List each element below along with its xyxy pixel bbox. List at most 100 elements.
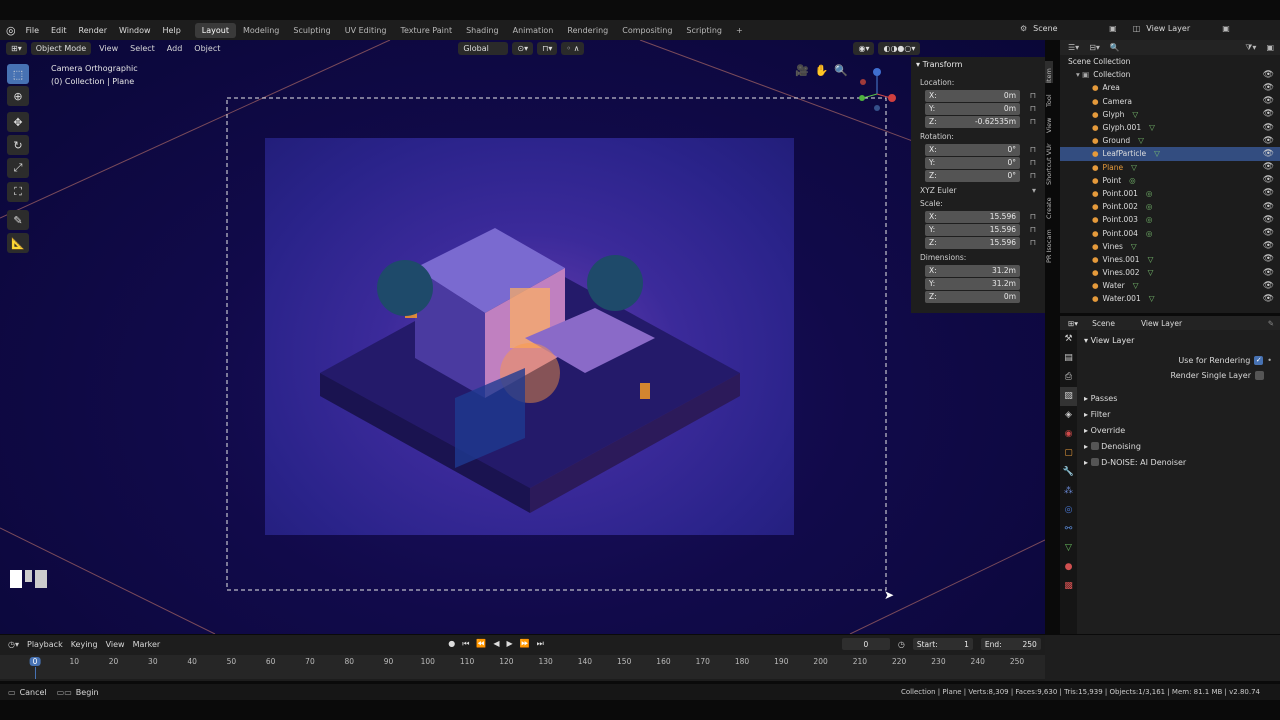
render-single-row[interactable]: Render Single Layer — [1160, 371, 1264, 380]
dimensions-z-field[interactable]: Z: 0m — [925, 290, 1020, 303]
record-icon[interactable]: ● — [448, 639, 455, 649]
filter-panel[interactable]: ▸ Filter — [1084, 407, 1186, 423]
scale-y-field[interactable]: Y: 15.596 — [925, 223, 1020, 236]
shading-modes-icon[interactable]: ◐◑●○▾ — [878, 41, 921, 55]
tab-view[interactable]: View — [1045, 111, 1053, 133]
location-y-field[interactable]: Y: 0m — [925, 102, 1020, 115]
tab-animation[interactable]: Animation — [506, 23, 561, 38]
transform-header[interactable]: ▾ Transform — [911, 57, 1045, 72]
outliner-editor-icon[interactable]: ☰▾ — [1068, 43, 1079, 52]
lock-icon[interactable]: ⊓ — [1020, 225, 1036, 234]
outliner-item[interactable]: ● Point.002 ◎ 👁 — [1060, 200, 1280, 213]
world-tab-icon[interactable]: ◉ — [1060, 425, 1077, 444]
texture-tab-icon[interactable]: ▩ — [1060, 577, 1077, 596]
jump-end-icon[interactable]: ⏭ — [537, 639, 544, 649]
lock-icon[interactable]: ⊓ — [1020, 145, 1036, 154]
tab-rendering[interactable]: Rendering — [560, 23, 615, 38]
properties-layer[interactable]: View Layer — [1141, 319, 1182, 328]
dnoise-panel[interactable]: ▸ D-NOISE: AI Denoiser — [1084, 455, 1186, 471]
outliner-item[interactable]: ● Point.003 ◎ 👁 — [1060, 213, 1280, 226]
search-icon[interactable]: 🔍 — [1110, 43, 1120, 52]
view-layer-section[interactable]: ▾ View Layer — [1084, 336, 1134, 345]
outliner-scene-collection[interactable]: Scene Collection — [1060, 55, 1280, 68]
outliner-item[interactable]: ● Water.001 ▽ 👁 — [1060, 292, 1280, 305]
constraints-tab-icon[interactable]: ⚯ — [1060, 520, 1077, 539]
marker-menu[interactable]: Marker — [133, 640, 161, 649]
passes-panel[interactable]: ▸ Passes — [1084, 391, 1186, 407]
proportional-icon[interactable]: ◦ ∧ — [561, 41, 585, 55]
play-reverse-icon[interactable]: ◀ — [493, 639, 499, 649]
dimensions-y-field[interactable]: Y: 31.2m — [925, 277, 1020, 290]
render-tab-icon[interactable]: ▤ — [1060, 349, 1077, 368]
tab-shortcut[interactable]: Shortcut VUr — [1045, 137, 1053, 185]
zoom-icon[interactable]: 🔍 — [834, 64, 848, 77]
object-menu[interactable]: Object — [190, 44, 224, 53]
tab-sculpting[interactable]: Sculpting — [286, 23, 337, 38]
tab-uv-editing[interactable]: UV Editing — [338, 23, 394, 38]
timeline-ruler[interactable]: 0 10 20 30 40 50 60 70 80 90 100 110 120 130 140 150 160… — [0, 655, 1045, 679]
add-menu[interactable]: Add — [163, 44, 187, 53]
lock-icon[interactable]: ⊓ — [1020, 171, 1036, 180]
use-for-rendering-checkbox[interactable]: ✓ — [1254, 356, 1264, 365]
menu-help[interactable]: Help — [157, 26, 187, 35]
axis-gizmo[interactable] — [855, 64, 899, 114]
mode-selector[interactable]: Object Mode — [30, 41, 92, 55]
filter-icon[interactable]: ⧩▾ — [1245, 43, 1256, 53]
tab-texture-paint[interactable]: Texture Paint — [393, 23, 459, 38]
location-x-field[interactable]: X: 0m — [925, 89, 1020, 102]
playhead[interactable] — [35, 667, 36, 679]
outliner-item-selected[interactable]: ● LeafParticle ▽ 👁 — [1060, 147, 1280, 161]
rotation-mode-selector[interactable]: XYZ Euler ▾ — [920, 184, 1036, 197]
orientation-selector[interactable]: Global — [458, 41, 509, 55]
object-tab-icon[interactable]: ▢ — [1060, 444, 1077, 463]
dimensions-x-field[interactable]: X: 31.2m — [925, 264, 1020, 277]
material-tab-icon[interactable]: ● — [1060, 558, 1077, 577]
add-workspace-button[interactable]: + — [729, 23, 750, 38]
menu-render[interactable]: Render — [73, 26, 113, 35]
tab-compositing[interactable]: Compositing — [615, 23, 679, 38]
tab-create[interactable]: Create — [1045, 191, 1053, 219]
view-layer-new-icon[interactable]: ▣ — [1222, 24, 1230, 33]
properties-scene[interactable]: Scene — [1092, 319, 1115, 328]
view-layer-tab-icon[interactable]: ▧ — [1060, 387, 1077, 406]
scale-tool[interactable]: ⤢ — [7, 158, 29, 178]
tab-pr-isocam[interactable]: PR Isocam — [1045, 225, 1053, 263]
data-tab-icon[interactable]: ▽ — [1060, 539, 1077, 558]
scene-selector[interactable]: Scene — [1033, 24, 1103, 33]
prev-key-icon[interactable]: ⏪ — [476, 639, 486, 649]
tool-tab-icon[interactable]: ⚒ — [1060, 330, 1077, 349]
jump-start-icon[interactable]: ⏮ — [462, 639, 469, 649]
modifier-tab-icon[interactable]: 🔧 — [1060, 463, 1077, 482]
outliner-item[interactable]: ● Point ◎ 👁 — [1060, 174, 1280, 187]
lock-icon[interactable]: ⊓ — [1020, 104, 1036, 113]
cursor-tool[interactable]: ⊕ — [7, 86, 29, 106]
lock-icon[interactable]: ⊓ — [1020, 158, 1036, 167]
render-single-checkbox[interactable] — [1255, 371, 1264, 380]
outliner-item[interactable]: ● Area 👁 — [1060, 81, 1280, 94]
tab-modeling[interactable]: Modeling — [236, 23, 286, 38]
physics-tab-icon[interactable]: ◎ — [1060, 501, 1077, 520]
new-collection-icon[interactable]: ▣ — [1266, 43, 1274, 52]
pivot-icon[interactable]: ⊙▾ — [512, 41, 534, 55]
scene-new-icon[interactable]: ▣ — [1109, 24, 1117, 33]
viewport-3d[interactable]: ⊞▾ Object Mode View Select Add Object Gl… — [0, 40, 1045, 634]
snap-icon[interactable]: ⊓▾ — [537, 41, 558, 55]
outliner-item[interactable]: ● Point.004 ◎ 👁 — [1060, 226, 1280, 239]
keying-menu[interactable]: Keying — [71, 640, 98, 649]
overlays-icon[interactable]: ◉▾ — [853, 41, 875, 55]
camera-view-icon[interactable]: 🎥 — [795, 64, 809, 77]
editor-type-icon[interactable]: ⊞▾ — [6, 41, 27, 55]
blender-logo-icon[interactable]: ◎ — [6, 24, 16, 37]
measure-tool[interactable]: 📐 — [7, 233, 29, 253]
outliner-item[interactable]: ● Glyph ▽ 👁 — [1060, 108, 1280, 121]
scale-x-field[interactable]: X: 15.596 — [925, 210, 1020, 223]
rotation-z-field[interactable]: Z: 0° — [925, 169, 1020, 182]
menu-window[interactable]: Window — [113, 26, 157, 35]
tab-layout[interactable]: Layout — [194, 22, 236, 38]
tab-item[interactable]: Item — [1045, 61, 1053, 83]
select-box-tool[interactable]: ⬚ — [7, 64, 29, 84]
tab-shading[interactable]: Shading — [459, 23, 506, 38]
lock-icon[interactable]: ⊓ — [1020, 238, 1036, 247]
move-tool[interactable]: ✥ — [7, 112, 29, 132]
pan-hand-icon[interactable]: ✋ — [815, 64, 829, 77]
